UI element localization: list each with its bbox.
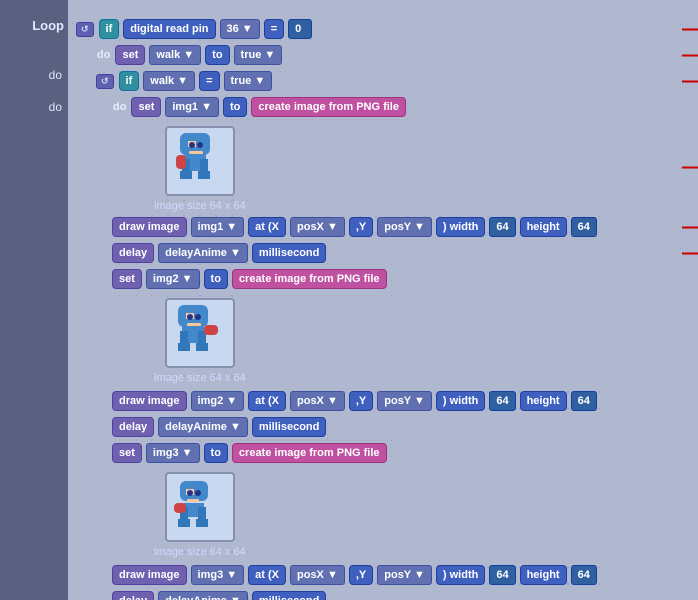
row11-draw-img3: draw image img3 ▼ at (X posX ▼ ,Y posY ▼…	[110, 564, 692, 586]
row1-loop-if: ↺ if digital read pin 36 ▼ = 0 1	[74, 18, 692, 40]
image-size-label-3: image size 64 x 64	[154, 546, 246, 558]
row10-set-img3: set img3 ▼ to create image from PNG file	[110, 442, 692, 464]
if-keyword-2: if	[119, 71, 140, 91]
megaman-sprite-1	[170, 131, 230, 191]
delay-anime-1[interactable]: delayAnime ▼	[158, 243, 248, 263]
close-3: ) width	[436, 565, 485, 585]
image-preview-3	[165, 472, 235, 542]
posx-1[interactable]: posX ▼	[290, 217, 345, 237]
image-size-label-1: image size 64 x 64	[154, 200, 246, 212]
set-keyword-3: set	[112, 269, 142, 289]
layout-wrapper: ↺ if digital read pin 36 ▼ = 0 1 do set …	[68, 0, 698, 600]
width-val-2: 64	[489, 391, 515, 411]
true-val-2[interactable]: true ▼	[224, 71, 273, 91]
img2-var[interactable]: img2 ▼	[146, 269, 200, 289]
draw-image-1: draw image	[112, 217, 187, 237]
image-block-3: image size 64 x 64	[154, 468, 246, 558]
posx-3[interactable]: posX ▼	[290, 565, 345, 585]
row2-set-walk: do set walk ▼ to true ▼ 2	[94, 44, 692, 66]
row7-set-img2: set img2 ▼ to create image from PNG file	[110, 268, 692, 290]
if-keyword-1: if	[99, 19, 120, 39]
at-x-1: at (X	[248, 217, 286, 237]
close-1: ) width	[436, 217, 485, 237]
delay-keyword-2: delay	[112, 417, 154, 437]
walk-var-1[interactable]: walk ▼	[149, 45, 201, 65]
image-size-label-2: image size 64 x 64	[154, 372, 246, 384]
ms-label-3: millisecond	[252, 591, 327, 600]
row4-set-img1: do set img1 ▼ to create image from PNG f…	[110, 96, 692, 118]
value-0: 0	[288, 19, 312, 39]
ms-label-1: millisecond	[252, 243, 327, 263]
megaman-sprite-3	[170, 477, 230, 537]
true-val-1[interactable]: true ▼	[234, 45, 283, 65]
create-image-3: create image from PNG file	[232, 443, 387, 463]
height-label-1: height	[520, 217, 567, 237]
to-keyword-3: to	[204, 269, 228, 289]
y-label-3: ,Y	[349, 565, 373, 585]
equals-block-2: =	[199, 71, 219, 91]
do-label-1: do	[97, 49, 110, 61]
to-keyword-1: to	[205, 45, 229, 65]
delay-keyword-3: delay	[112, 591, 154, 600]
y-label-1: ,Y	[349, 217, 373, 237]
pin-dropdown[interactable]: 36 ▼	[220, 19, 260, 39]
digital-read-block: digital read pin	[123, 19, 215, 39]
image-preview-2	[165, 298, 235, 368]
at-x-3: at (X	[248, 565, 286, 585]
image-block-2: image size 64 x 64	[154, 294, 246, 384]
height-label-3: height	[520, 565, 567, 585]
walk-var-2[interactable]: walk ▼	[143, 71, 195, 91]
height-val-2: 64	[571, 391, 597, 411]
megaman-sprite-2	[170, 303, 230, 363]
image-preview-1	[165, 126, 235, 196]
img1-var[interactable]: img1 ▼	[165, 97, 219, 117]
delay-anime-2[interactable]: delayAnime ▼	[158, 417, 248, 437]
if-icon-2: ↺	[96, 74, 114, 89]
posy-2[interactable]: posY ▼	[377, 391, 432, 411]
set-keyword-4: set	[112, 443, 142, 463]
height-val-1: 64	[571, 217, 597, 237]
height-label-2: height	[520, 391, 567, 411]
posx-2[interactable]: posX ▼	[290, 391, 345, 411]
row8-draw-img2: draw image img2 ▼ at (X posX ▼ ,Y posY ▼…	[110, 390, 692, 412]
to-keyword-2: to	[223, 97, 247, 117]
draw-image-2: draw image	[112, 391, 187, 411]
height-val-3: 64	[571, 565, 597, 585]
loop-label: Loop	[32, 18, 64, 33]
loop-icon-1: ↺	[76, 22, 94, 37]
equals-block-1: =	[264, 19, 284, 39]
width-val-3: 64	[489, 565, 515, 585]
y-label-2: ,Y	[349, 391, 373, 411]
draw3-img-var[interactable]: img3 ▼	[191, 565, 245, 585]
set-keyword-2: set	[131, 97, 161, 117]
posy-3[interactable]: posY ▼	[377, 565, 432, 585]
row5-draw-img1: draw image img1 ▼ at (X posX ▼ ,Y posY ▼…	[110, 216, 692, 238]
close-2: ) width	[436, 391, 485, 411]
row9-delay-2: delay delayAnime ▼ millisecond	[110, 416, 692, 438]
create-image-1: create image from PNG file	[251, 97, 406, 117]
row6-delay-1: delay delayAnime ▼ millisecond 6	[110, 242, 692, 264]
set-keyword-1: set	[115, 45, 145, 65]
at-x-2: at (X	[248, 391, 286, 411]
create-image-2: create image from PNG file	[232, 269, 387, 289]
img3-var[interactable]: img3 ▼	[146, 443, 200, 463]
posy-1[interactable]: posY ▼	[377, 217, 432, 237]
main-area: ↺ if digital read pin 36 ▼ = 0 1 do set …	[68, 0, 698, 600]
do-label-2: do	[113, 101, 126, 113]
width-val-1: 64	[489, 217, 515, 237]
delay-anime-3[interactable]: delayAnime ▼	[158, 591, 248, 600]
draw1-img-var[interactable]: img1 ▼	[191, 217, 245, 237]
delay-keyword-1: delay	[112, 243, 154, 263]
row12-delay-3: delay delayAnime ▼ millisecond	[110, 590, 692, 600]
image-block-1: image size 64 x 64	[154, 122, 246, 212]
row3-if-walk: ↺ if walk ▼ = true ▼ 3	[94, 70, 692, 92]
draw-image-3: draw image	[112, 565, 187, 585]
sidebar: Loop	[0, 0, 68, 600]
to-keyword-4: to	[204, 443, 228, 463]
ms-label-2: millisecond	[252, 417, 327, 437]
draw2-img-var[interactable]: img2 ▼	[191, 391, 245, 411]
